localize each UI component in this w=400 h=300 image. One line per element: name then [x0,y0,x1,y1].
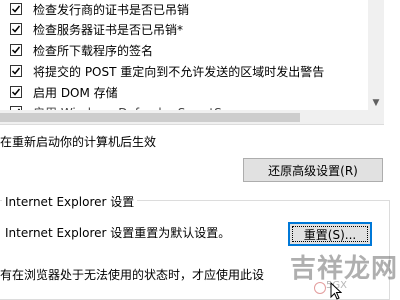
setting-label: 检查发行商的证书是否已吊销 [33,3,190,17]
checkmark-icon [11,67,21,75]
checkmark-icon [11,88,21,96]
reset-group-title: Internet Explorer 设置 [2,193,138,210]
reset-button-label: 重置(S)... [303,227,357,242]
setting-post-redirect-warning[interactable]: 将提交的 POST 重定向到不允许发送的区域时发出警告 [0,62,370,82]
restore-advanced-settings-button[interactable]: 还原高级设置(R) [243,158,383,182]
setting-check-publisher-revocation[interactable]: 检查发行商的证书是否已吊销 [0,0,370,20]
setting-check-download-signatures[interactable]: 检查所下载程序的签名 [0,41,370,61]
checkbox[interactable] [10,44,22,56]
reset-usage-note: 有在浏览器处于无法使用的状态时，才应使用此设 [0,268,265,282]
checkbox[interactable] [10,23,22,35]
advanced-settings-list[interactable]: 检查发行商的证书是否已吊销 检查服务器证书是否已吊销* 检查所下载程序的签名 将… [0,0,384,125]
scroll-down-arrow-icon[interactable]: ▼ [368,96,384,110]
checkbox[interactable] [10,86,22,98]
vertical-scrollbar[interactable]: ▼ [368,0,384,110]
checkmark-icon [11,46,21,54]
setting-label: 检查所下载程序的签名 [33,44,154,58]
horizontal-scrollbar[interactable] [0,110,384,124]
mouse-cursor-icon [330,282,342,300]
checkmark-icon [11,5,21,13]
checkmark-icon [11,25,21,33]
setting-enable-dom-storage[interactable]: 启用 DOM 存储 [0,83,370,103]
setting-label: 将提交的 POST 重定向到不允许发送的区域时发出警告 [33,65,325,79]
reset-description: Internet Explorer 设置重置为默认设置。 [5,226,231,240]
setting-check-server-revocation[interactable]: 检查服务器证书是否已吊销* [0,20,370,40]
restart-note: 在重新启动你的计算机后生效 [0,135,157,149]
checkbox[interactable] [10,65,22,77]
reset-button[interactable]: 重置(S)... [288,222,372,246]
horizontal-scroll-thumb[interactable] [0,113,300,122]
checkbox[interactable] [10,3,22,15]
setting-label: 启用 DOM 存储 [33,86,118,100]
setting-label: 检查服务器证书是否已吊销* [33,23,184,37]
